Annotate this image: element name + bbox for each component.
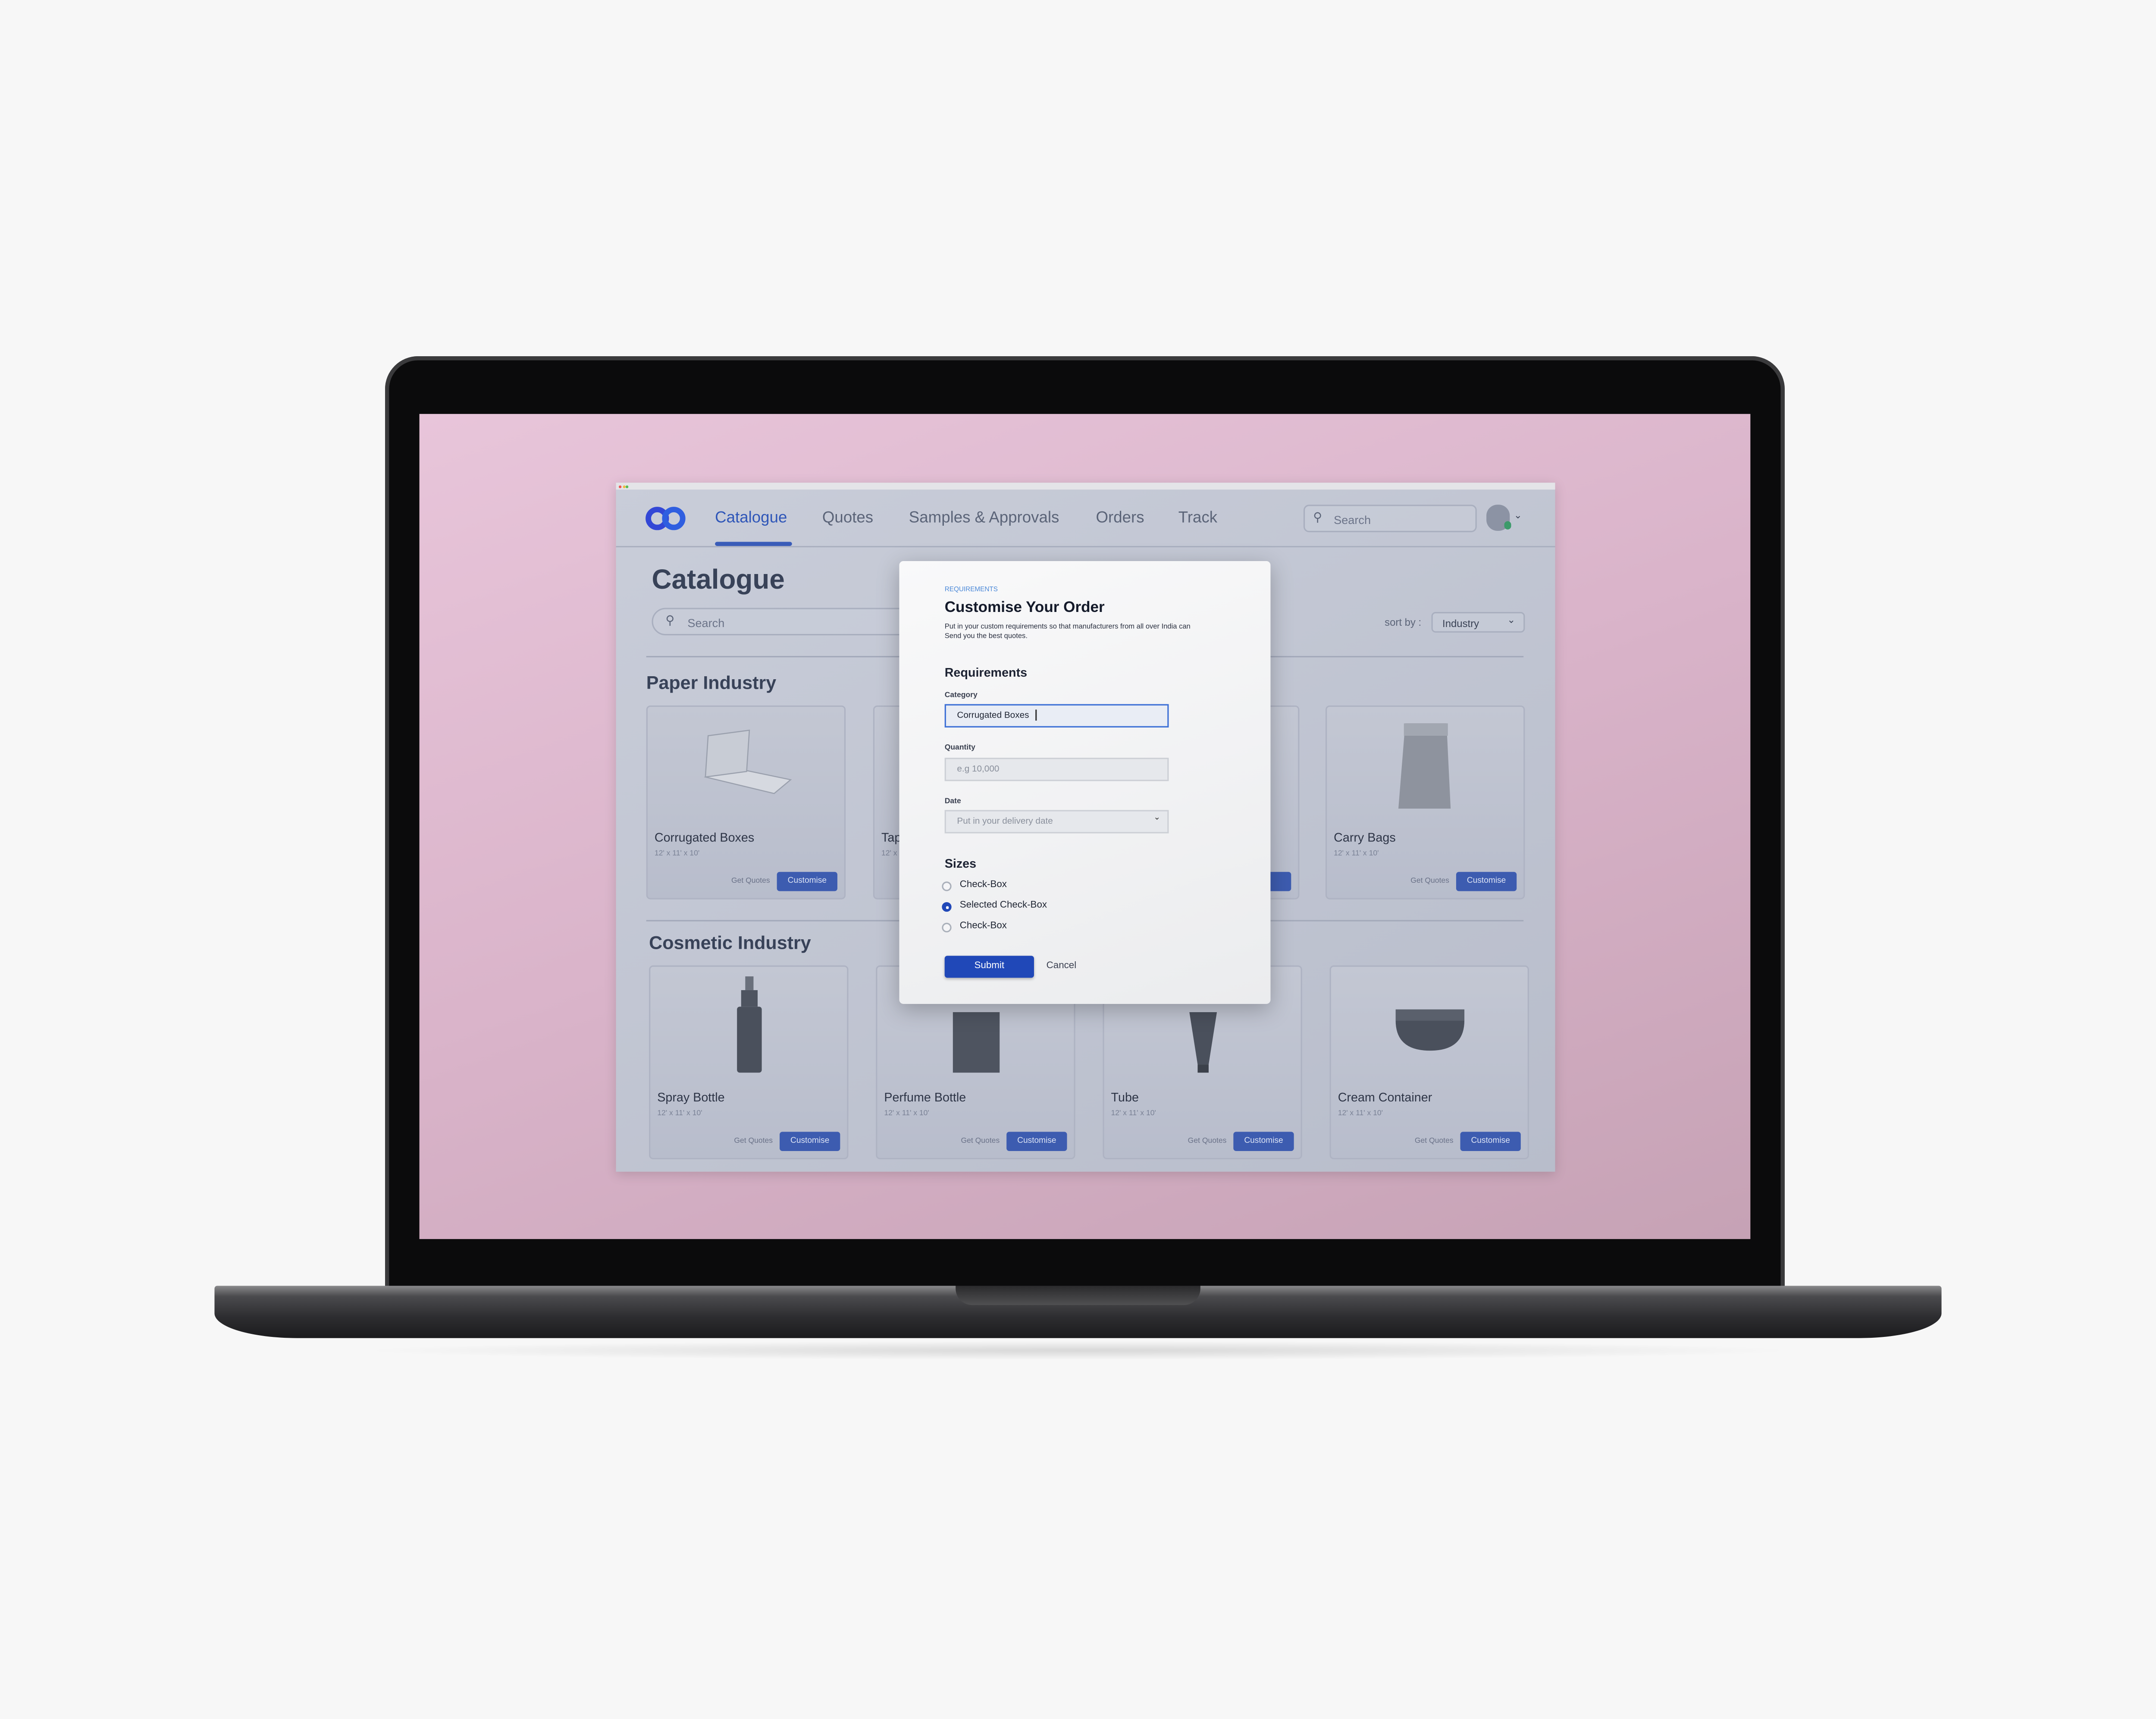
get-quotes-button[interactable]: Get Quotes [731, 877, 770, 885]
online-status-icon [1504, 521, 1511, 530]
product-name: Perfume Bottle [884, 1090, 966, 1104]
product-size: 12' x 11' x 10' [884, 1110, 929, 1118]
product-name: Tap [881, 831, 902, 844]
category-value: Corrugated Boxes [957, 711, 1029, 721]
size-option-label: Check-Box [959, 921, 1007, 931]
close-window-button[interactable] [618, 485, 622, 488]
user-menu[interactable]: ⌄ [1486, 505, 1528, 532]
category-label: Category [944, 691, 978, 700]
tab-orders[interactable]: Orders [1096, 510, 1144, 527]
sort-label: sort by : [1385, 616, 1422, 629]
search-icon: ⚲ [665, 613, 675, 627]
nav-search-placeholder: Search [1334, 513, 1371, 527]
modal-title: Customise Your Order [944, 599, 1105, 616]
tab-quotes[interactable]: Quotes [822, 510, 873, 527]
size-option-label: Check-Box [959, 880, 1007, 890]
chevron-down-icon: ⌄ [1153, 814, 1161, 822]
sort-value: Industry [1442, 617, 1479, 630]
get-quotes-button[interactable]: Get Quotes [961, 1137, 1000, 1145]
product-size: 12' x 11' x 10' [1338, 1110, 1383, 1118]
box-icon [648, 707, 844, 824]
search-icon: ⚲ [1313, 510, 1322, 524]
catalogue-search-placeholder: Search [687, 616, 725, 630]
bag-icon [1327, 707, 1523, 824]
product-card: Corrugated Boxes 12' x 11' x 10' Get Quo… [646, 705, 846, 900]
cream-container-icon [1331, 967, 1528, 1084]
customise-order-modal: REQUIREMENTS Customise Your Order Put in… [899, 561, 1271, 1004]
date-select[interactable]: Put in your delivery date ⌄ [944, 810, 1169, 834]
modal-description-line2: Send you the best quotes. [944, 632, 1028, 640]
customise-button[interactable]: Customise [1460, 1132, 1521, 1151]
cancel-button[interactable]: Cancel [1047, 961, 1077, 971]
customise-button[interactable]: Customise [780, 1132, 840, 1151]
product-name: Tube [1111, 1090, 1139, 1104]
customise-button[interactable]: Customise [1456, 872, 1517, 891]
quantity-input[interactable]: e.g 10,000 [944, 758, 1169, 781]
product-size: 12' x 11' x 10' [654, 850, 700, 858]
logo-icon[interactable] [645, 506, 686, 530]
submit-button[interactable]: Submit [944, 956, 1034, 978]
requirements-heading: Requirements [944, 665, 1028, 680]
tab-samples-approvals[interactable]: Samples & Approvals [909, 510, 1059, 527]
laptop-mockup: Catalogue Quotes Samples & Approvals Ord… [0, 0, 2156, 1719]
tab-track[interactable]: Track [1178, 510, 1217, 527]
tab-catalogue[interactable]: Catalogue [715, 510, 787, 527]
product-name: Carry Bags [1334, 831, 1396, 844]
laptop-notch [956, 1286, 1200, 1305]
section-title-paper: Paper Industry [646, 672, 777, 693]
sort-select[interactable]: Industry ⌄ [1431, 612, 1525, 633]
product-card: Cream Container 12' x 11' x 10' Get Quot… [1329, 965, 1529, 1160]
modal-eyebrow: REQUIREMENTS [944, 587, 998, 594]
nav-search-input[interactable]: ⚲ Search [1303, 505, 1477, 533]
top-nav: Catalogue Quotes Samples & Approvals Ord… [616, 489, 1555, 548]
chevron-down-icon: ⌄ [1514, 511, 1522, 521]
product-size: 12' x 11' x 10' [1111, 1110, 1156, 1118]
get-quotes-button[interactable]: Get Quotes [1188, 1137, 1227, 1145]
maximize-window-button[interactable] [625, 485, 629, 488]
window-titlebar [616, 483, 1555, 490]
minimize-window-button[interactable] [622, 485, 625, 488]
chevron-down-icon: ⌄ [1507, 616, 1516, 626]
customise-button[interactable]: Customise [777, 872, 837, 891]
laptop-shadow [357, 1341, 1799, 1360]
customise-button[interactable]: Customise [1006, 1132, 1067, 1151]
quantity-label: Quantity [944, 744, 975, 753]
date-label: Date [944, 797, 961, 806]
quantity-placeholder: e.g 10,000 [957, 764, 1000, 775]
section-title-cosmetic: Cosmetic Industry [649, 932, 811, 953]
product-name: Spray Bottle [657, 1090, 725, 1104]
sizes-heading: Sizes [944, 856, 977, 871]
text-cursor [1036, 710, 1037, 721]
product-name: Cream Container [1338, 1090, 1432, 1104]
spray-bottle-icon [650, 967, 847, 1084]
app-window: Catalogue Quotes Samples & Approvals Ord… [616, 483, 1555, 1172]
size-radio-3[interactable] [942, 922, 952, 933]
size-radio-2[interactable] [942, 902, 952, 912]
modal-description-line1: Put in your custom requirements so that … [944, 623, 1191, 631]
product-card: Carry Bags 12' x 11' x 10' Get Quotes Cu… [1326, 705, 1525, 900]
product-size: 12' x 11' x 10' [657, 1110, 702, 1118]
category-input[interactable]: Corrugated Boxes [944, 704, 1169, 728]
product-size: 12' x [881, 850, 897, 858]
get-quotes-button[interactable]: Get Quotes [1410, 877, 1449, 885]
product-size: 12' x 11' x 10' [1334, 850, 1379, 858]
page-title: Catalogue [652, 565, 785, 596]
active-tab-indicator [715, 542, 792, 546]
product-card: Spray Bottle 12' x 11' x 10' Get Quotes … [649, 965, 849, 1160]
get-quotes-button[interactable]: Get Quotes [1415, 1137, 1454, 1145]
size-option-label: Selected Check-Box [959, 900, 1047, 910]
get-quotes-button[interactable]: Get Quotes [734, 1137, 773, 1145]
customise-button[interactable]: Customise [1233, 1132, 1294, 1151]
date-placeholder: Put in your delivery date [957, 817, 1053, 827]
product-name: Corrugated Boxes [654, 831, 755, 844]
size-radio-1[interactable] [942, 881, 952, 891]
catalogue-search-input[interactable]: ⚲ Search [652, 608, 927, 636]
laptop-screen: Catalogue Quotes Samples & Approvals Ord… [419, 414, 1751, 1239]
